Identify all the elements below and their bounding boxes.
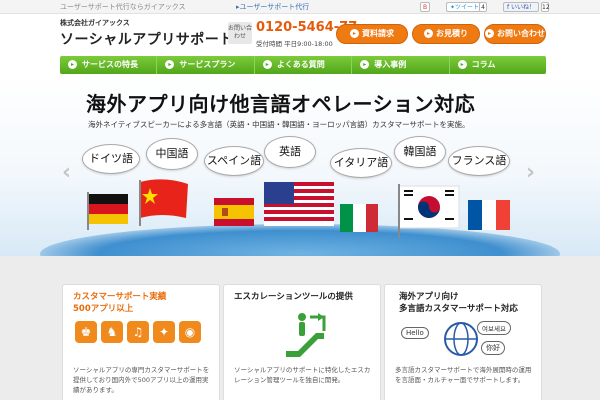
feature-title-line2: 500アプリ以上 bbox=[73, 304, 134, 314]
escalator-icon bbox=[286, 313, 326, 357]
feature-card-title: エスカレーションツールの提供 bbox=[234, 291, 353, 303]
german-flag bbox=[87, 192, 128, 230]
diamond-icon: ✦ bbox=[153, 321, 175, 343]
company-name: 株式会社ガイアックス bbox=[60, 19, 130, 27]
feature-card-escalation[interactable]: エスカレーションツールの提供 ソーシャルアプリのサポートに特化したエスカレーショ… bbox=[223, 284, 381, 400]
feature-title-line1: エスカレーションツールの提供 bbox=[234, 292, 353, 302]
business-hours: 受付時間 平日9:00-18:00 bbox=[256, 40, 333, 48]
arrow-right-icon: ▸ bbox=[360, 60, 370, 69]
language-bubble-english: 英語 bbox=[264, 136, 316, 168]
feature-card-title: カスタマーサポート実績 500アプリ以上 bbox=[73, 291, 166, 315]
speech-bubble-korean: 여보세요 bbox=[477, 321, 511, 335]
nav-label: 導入事例 bbox=[374, 60, 407, 69]
top-strip: ユーザーサポート代行ならガイアックス ▸ユーザーサポート代行 B ✦ツイート 4… bbox=[0, 0, 600, 14]
contact-badge: お問い合わせ bbox=[228, 22, 252, 44]
speech-bubble-hello: Hello bbox=[401, 327, 429, 339]
nav-label: コラム bbox=[471, 60, 496, 69]
chess-knight-icon: ♞ bbox=[101, 321, 123, 343]
language-bubble-italian: イタリア語 bbox=[330, 148, 392, 178]
carousel-prev-button[interactable]: ‹ bbox=[62, 160, 71, 185]
korean-flag bbox=[398, 184, 460, 238]
language-bubble-french: フランス語 bbox=[448, 146, 510, 176]
us-flag bbox=[264, 182, 334, 226]
tweet-button[interactable]: ✦ツイート bbox=[446, 2, 484, 12]
feature-title-line2: 多言語カスタマーサポート対応 bbox=[399, 304, 518, 314]
site-logo[interactable]: ソーシャルアプリサポート bbox=[60, 29, 234, 49]
language-bubble-spanish: スペイン語 bbox=[204, 146, 264, 176]
spanish-flag bbox=[214, 198, 254, 226]
hero-subtitle: 海外ネイティブスピーカーによる多言語（英語・中国語・韓国語・ヨーロッパ言語）カス… bbox=[88, 120, 470, 129]
features-section: カスタマーサポート実績 500アプリ以上 ♚ ♞ ♫ ✦ ◉ ソーシャルアプリの… bbox=[0, 256, 600, 400]
language-bubble-korean: 韓国語 bbox=[394, 136, 446, 168]
tweet-label: ツイート bbox=[455, 4, 480, 11]
facebook-like-label: いいね！ bbox=[511, 4, 536, 11]
globe-icon bbox=[444, 322, 478, 356]
nav-item-cases[interactable]: ▸ 導入事例 bbox=[352, 56, 450, 74]
nav-label: サービスの特長 bbox=[82, 60, 138, 69]
speech-bubble-chinese: 你好 bbox=[481, 341, 505, 355]
nav-item-plans[interactable]: ▸ サービスプラン bbox=[157, 56, 255, 74]
feature-card-desc: ソーシャルアプリのサポートに特化したエスカレーション管理ツールを独自に開発。 bbox=[234, 366, 371, 384]
nav-item-column[interactable]: ▸ コラム bbox=[450, 56, 546, 74]
arrow-right-icon: ▸ bbox=[350, 29, 359, 38]
estimate-button[interactable]: ▸ お見積り bbox=[412, 24, 480, 44]
italian-flag bbox=[340, 204, 378, 232]
breadcrumb[interactable]: ▸ユーザーサポート代行 bbox=[236, 2, 309, 12]
nav-item-faq[interactable]: ▸ よくある質問 bbox=[255, 56, 353, 74]
arrow-right-icon: ▸ bbox=[424, 29, 433, 38]
request-documents-button[interactable]: ▸ 資料請求 bbox=[336, 24, 408, 44]
feature-card-track-record[interactable]: カスタマーサポート実績 500アプリ以上 ♚ ♞ ♫ ✦ ◉ ソーシャルアプリの… bbox=[62, 284, 220, 400]
global-nav: ▸ サービスの特長 ▸ サービスプラン ▸ よくある質問 ▸ 導入事例 ▸ コラム bbox=[60, 56, 546, 74]
facebook-like-count: 12 bbox=[541, 2, 550, 12]
camera-icon: ◉ bbox=[179, 321, 201, 343]
french-flag bbox=[468, 200, 510, 230]
facebook-like-button[interactable]: f いいね！ bbox=[503, 2, 540, 12]
feature-title-line1: 海外アプリ向け bbox=[399, 292, 459, 302]
chinese-flag bbox=[139, 179, 188, 226]
feature-card-desc: 多言語カスタマーサポートで海外展開時の運用を言語面・カルチャー面でサポートします… bbox=[395, 366, 532, 384]
nav-label: よくある質問 bbox=[276, 60, 325, 69]
feature-card-multilingual[interactable]: 海外アプリ向け 多言語カスタマーサポート対応 Hello 여보세요 你好 多言語… bbox=[384, 284, 542, 400]
carousel-next-button[interactable]: › bbox=[526, 160, 535, 185]
feature-card-title: 海外アプリ向け 多言語カスタマーサポート対応 bbox=[399, 291, 518, 315]
tweet-count: 4 bbox=[479, 2, 487, 12]
hero-title: 海外アプリ向け他言語オペレーション対応 bbox=[86, 92, 476, 116]
hero-banner: 海外アプリ向け他言語オペレーション対応 海外ネイティブスピーカーによる多言語（英… bbox=[0, 76, 600, 256]
arrow-right-icon: ▸ bbox=[165, 60, 175, 69]
feature-title-line1: カスタマーサポート実績 bbox=[73, 292, 167, 302]
site-header: 株式会社ガイアックス ソーシャルアプリサポート お問い合わせ 0120-5464… bbox=[0, 14, 600, 56]
nav-item-features[interactable]: ▸ サービスの特長 bbox=[60, 56, 158, 74]
tagline: ユーザーサポート代行ならガイアックス bbox=[60, 3, 186, 11]
arrow-right-icon: ▸ bbox=[457, 60, 467, 69]
arrow-right-icon: ▸ bbox=[485, 29, 494, 38]
nav-label: サービスプラン bbox=[179, 60, 236, 69]
arrow-right-icon: ▸ bbox=[68, 60, 77, 69]
contact-button[interactable]: ▸ お問い合わせ bbox=[484, 24, 546, 44]
contact-label: お問い合わせ bbox=[497, 29, 545, 38]
arrow-right-icon: ▸ bbox=[262, 60, 272, 69]
shopping-bag-icon: ♚ bbox=[75, 321, 97, 343]
feature-card-desc: ソーシャルアプリの専門カスタマーサポートを提供しており国内外で500アプリ以上の… bbox=[73, 366, 210, 394]
music-note-icon: ♫ bbox=[127, 321, 149, 343]
language-bubble-german: ドイツ語 bbox=[82, 144, 140, 174]
request-documents-label: 資料請求 bbox=[362, 29, 394, 38]
bookmark-button[interactable]: B bbox=[420, 2, 430, 12]
estimate-label: お見積り bbox=[436, 29, 468, 38]
language-bubble-chinese: 中国語 bbox=[146, 138, 198, 170]
